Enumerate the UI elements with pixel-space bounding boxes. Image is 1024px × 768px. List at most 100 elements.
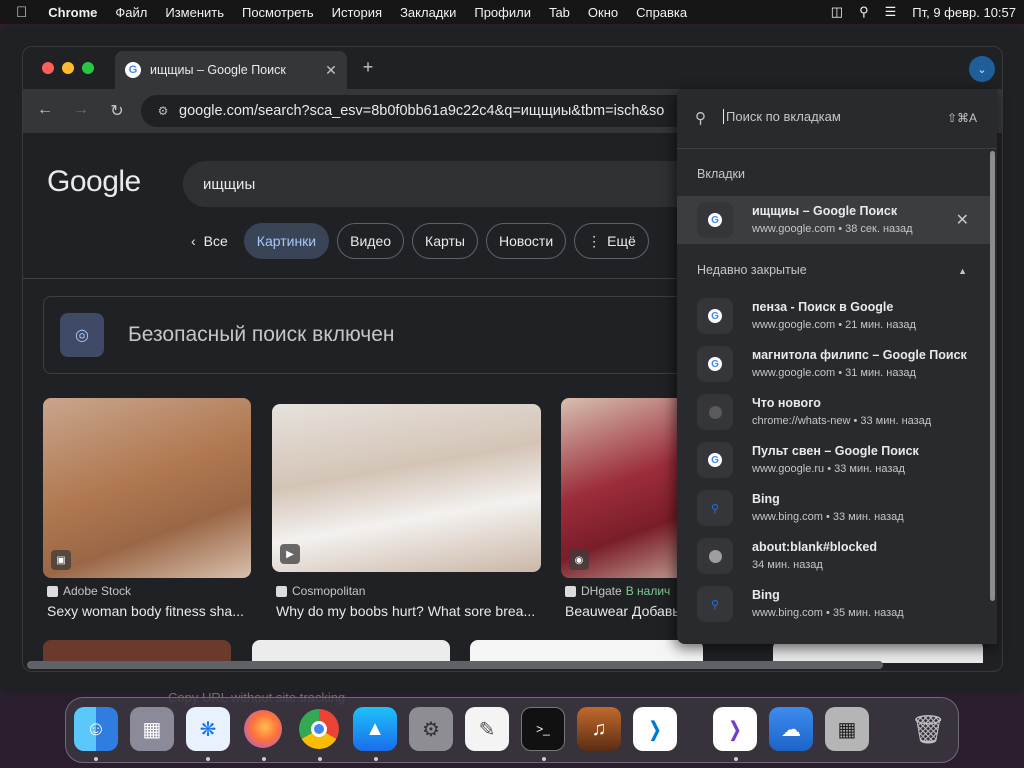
apple-icon[interactable]:  (0, 4, 39, 21)
back-arrow-icon[interactable]: ← (35, 101, 55, 119)
launchpad-icon[interactable]: ▦ (130, 707, 174, 751)
chip-video-label: Видео (350, 233, 392, 249)
closed-tab-row[interactable]: G Пульт свен – Google Поиск www.google.r… (677, 436, 993, 484)
calculator-icon[interactable]: ▦ (825, 707, 869, 751)
tab-title: ищщиы – Google Поиск (150, 63, 286, 77)
chip-news[interactable]: Новости (485, 223, 567, 259)
spotlight-search-icon[interactable]: ⚲ (851, 4, 877, 20)
trash-icon[interactable]: 🗑 (906, 707, 950, 751)
google-search-input[interactable]: ищщиы (183, 161, 703, 207)
app-store-icon[interactable]: ▲ (353, 707, 397, 751)
closed-tab-row[interactable]: Что нового chrome://whats-new • 33 мин. … (677, 388, 993, 436)
menu-file[interactable]: Файл (106, 5, 156, 20)
zoom-window-button[interactable] (82, 62, 94, 74)
closed-tab-title: about:blank#blocked (752, 540, 878, 554)
open-tabs-header: Вкладки (697, 167, 745, 181)
address-bar[interactable]: ⚙ google.com/search?sca_esv=8b0f0bb61a9c… (141, 95, 701, 127)
menu-help[interactable]: Справка (627, 5, 696, 20)
google-favicon-icon: G (697, 346, 733, 382)
closed-tab-row[interactable]: ⚲ Bing www.bing.com • 33 мин. назад (677, 484, 993, 532)
cosmopolitan-icon (276, 585, 287, 597)
chip-video[interactable]: Видео (337, 223, 405, 259)
image-result-4[interactable] (43, 640, 231, 663)
site-settings-icon[interactable]: ⚙ (149, 104, 177, 118)
image-icon: ▣ (51, 550, 71, 570)
minimize-window-button[interactable] (62, 62, 74, 74)
open-tab-row[interactable]: G ищщиы – Google Поиск www.google.com • … (677, 196, 993, 244)
close-tab-icon[interactable]: ✕ (321, 62, 341, 79)
google-logo[interactable]: Google (47, 165, 141, 199)
tab-google-search[interactable]: G ищщиы – Google Поиск ✕ (115, 51, 347, 89)
chip-maps-label: Карты (425, 233, 465, 249)
safe-search-banner[interactable]: ◎ Безопасный поиск включен (43, 296, 703, 374)
menu-bookmarks[interactable]: Закладки (391, 5, 465, 20)
closed-tab-subtitle: www.bing.com • 35 мин. назад (752, 607, 904, 619)
chip-all[interactable]: ‹ Все (183, 223, 236, 259)
divider (23, 278, 703, 279)
close-window-button[interactable] (42, 62, 54, 74)
menu-clock[interactable]: Пт, 9 февр. 10:57 (904, 5, 1024, 20)
chip-images[interactable]: Картинки (243, 223, 330, 259)
closed-tab-row[interactable]: about:blank#blocked 34 мин. назад (677, 532, 993, 580)
forward-arrow-icon[interactable]: → (71, 101, 91, 119)
closed-tab-row[interactable]: ⚲ Bing www.bing.com • 35 мин. назад (677, 580, 993, 628)
firefox-icon[interactable] (241, 707, 285, 751)
tab-search-button[interactable]: ⌄ (969, 56, 995, 82)
result-1-source[interactable]: Adobe Stock (47, 584, 131, 598)
chip-news-label: Новости (498, 233, 554, 249)
close-icon[interactable]: ✕ (956, 210, 969, 230)
result-2-source-text: Cosmopolitan (292, 584, 366, 598)
menu-window[interactable]: Окно (579, 5, 627, 20)
closed-tab-row[interactable]: G пенза - Поиск в Google www.google.com … (677, 292, 993, 340)
finder-icon[interactable]: ☺ (74, 707, 118, 751)
closed-tab-row[interactable]: G магнитола филипс – Google Поиск www.go… (677, 340, 993, 388)
result-2-caption[interactable]: Why do my boobs hurt? What sore brea... (276, 603, 541, 619)
chevron-up-icon[interactable]: ▲ (958, 266, 967, 276)
image-result-5[interactable] (252, 640, 450, 663)
globe-icon (697, 538, 733, 574)
result-3-source[interactable]: DHgate В налич (565, 584, 670, 598)
new-tab-button[interactable]: + (357, 57, 379, 78)
closed-tab-subtitle: www.google.com • 31 мин. назад (752, 367, 916, 379)
image-result-2[interactable]: ▶ (272, 404, 541, 572)
closed-tab-subtitle: 34 мин. назад (752, 559, 823, 571)
menu-view[interactable]: Посмотреть (233, 5, 323, 20)
image-result-1[interactable]: ▣ (43, 398, 251, 578)
running-indicator (374, 757, 378, 761)
more-vert-icon: ⋮ (587, 232, 602, 249)
tab-search-input[interactable]: Поиск по вкладкам (723, 109, 841, 124)
chip-more[interactable]: ⋮ Ещё (574, 223, 649, 259)
menu-edit[interactable]: Изменить (156, 5, 233, 20)
menu-profiles[interactable]: Профили (465, 5, 540, 20)
chrome-icon[interactable] (297, 707, 341, 751)
recently-closed-header[interactable]: Недавно закрытые (697, 263, 807, 277)
menu-app-name[interactable]: Chrome (39, 5, 106, 20)
closed-tab-subtitle: www.google.com • 21 мин. назад (752, 319, 916, 331)
open-tab-title: ищщиы – Google Поиск (752, 204, 898, 218)
weather-icon[interactable]: ☁ (769, 707, 813, 751)
window-switch-icon[interactable]: ◫ (823, 4, 851, 20)
google-favicon-icon: G (697, 298, 733, 334)
menu-tab[interactable]: Tab (540, 5, 579, 20)
textedit-icon[interactable]: ✎ (465, 707, 509, 751)
visual-studio-icon[interactable]: ❭ (713, 707, 757, 751)
adobe-stock-icon (47, 585, 58, 597)
result-2-source[interactable]: Cosmopolitan (276, 584, 365, 598)
result-1-caption[interactable]: Sexy woman body fitness sha... (47, 603, 252, 619)
tab-search-popup: ⚲ Поиск по вкладкам ⇧⌘A Вкладки G ищщиы … (677, 89, 997, 644)
menu-history[interactable]: История (323, 5, 391, 20)
horizontal-scrollbar[interactable] (27, 661, 883, 669)
garageband-icon[interactable]: ♫ (577, 707, 621, 751)
tab-search-bar[interactable]: ⚲ Поиск по вкладкам ⇧⌘A (677, 89, 997, 149)
vscode-icon[interactable]: ❭ (633, 707, 677, 751)
open-tab-subtitle: www.google.com • 38 сек. назад (752, 223, 913, 235)
vertical-scrollbar[interactable] (990, 151, 995, 601)
image-result-6[interactable] (470, 640, 703, 663)
control-center-icon[interactable]: ☰ (877, 4, 905, 20)
system-settings-icon[interactable]: ⚙ (409, 707, 453, 751)
chip-maps[interactable]: Карты (412, 223, 478, 259)
safari-icon[interactable]: ❋ (186, 707, 230, 751)
closed-tab-title: Что нового (752, 396, 821, 410)
terminal-icon[interactable]: >_ (521, 707, 565, 751)
reload-icon[interactable]: ↻ (107, 101, 127, 121)
